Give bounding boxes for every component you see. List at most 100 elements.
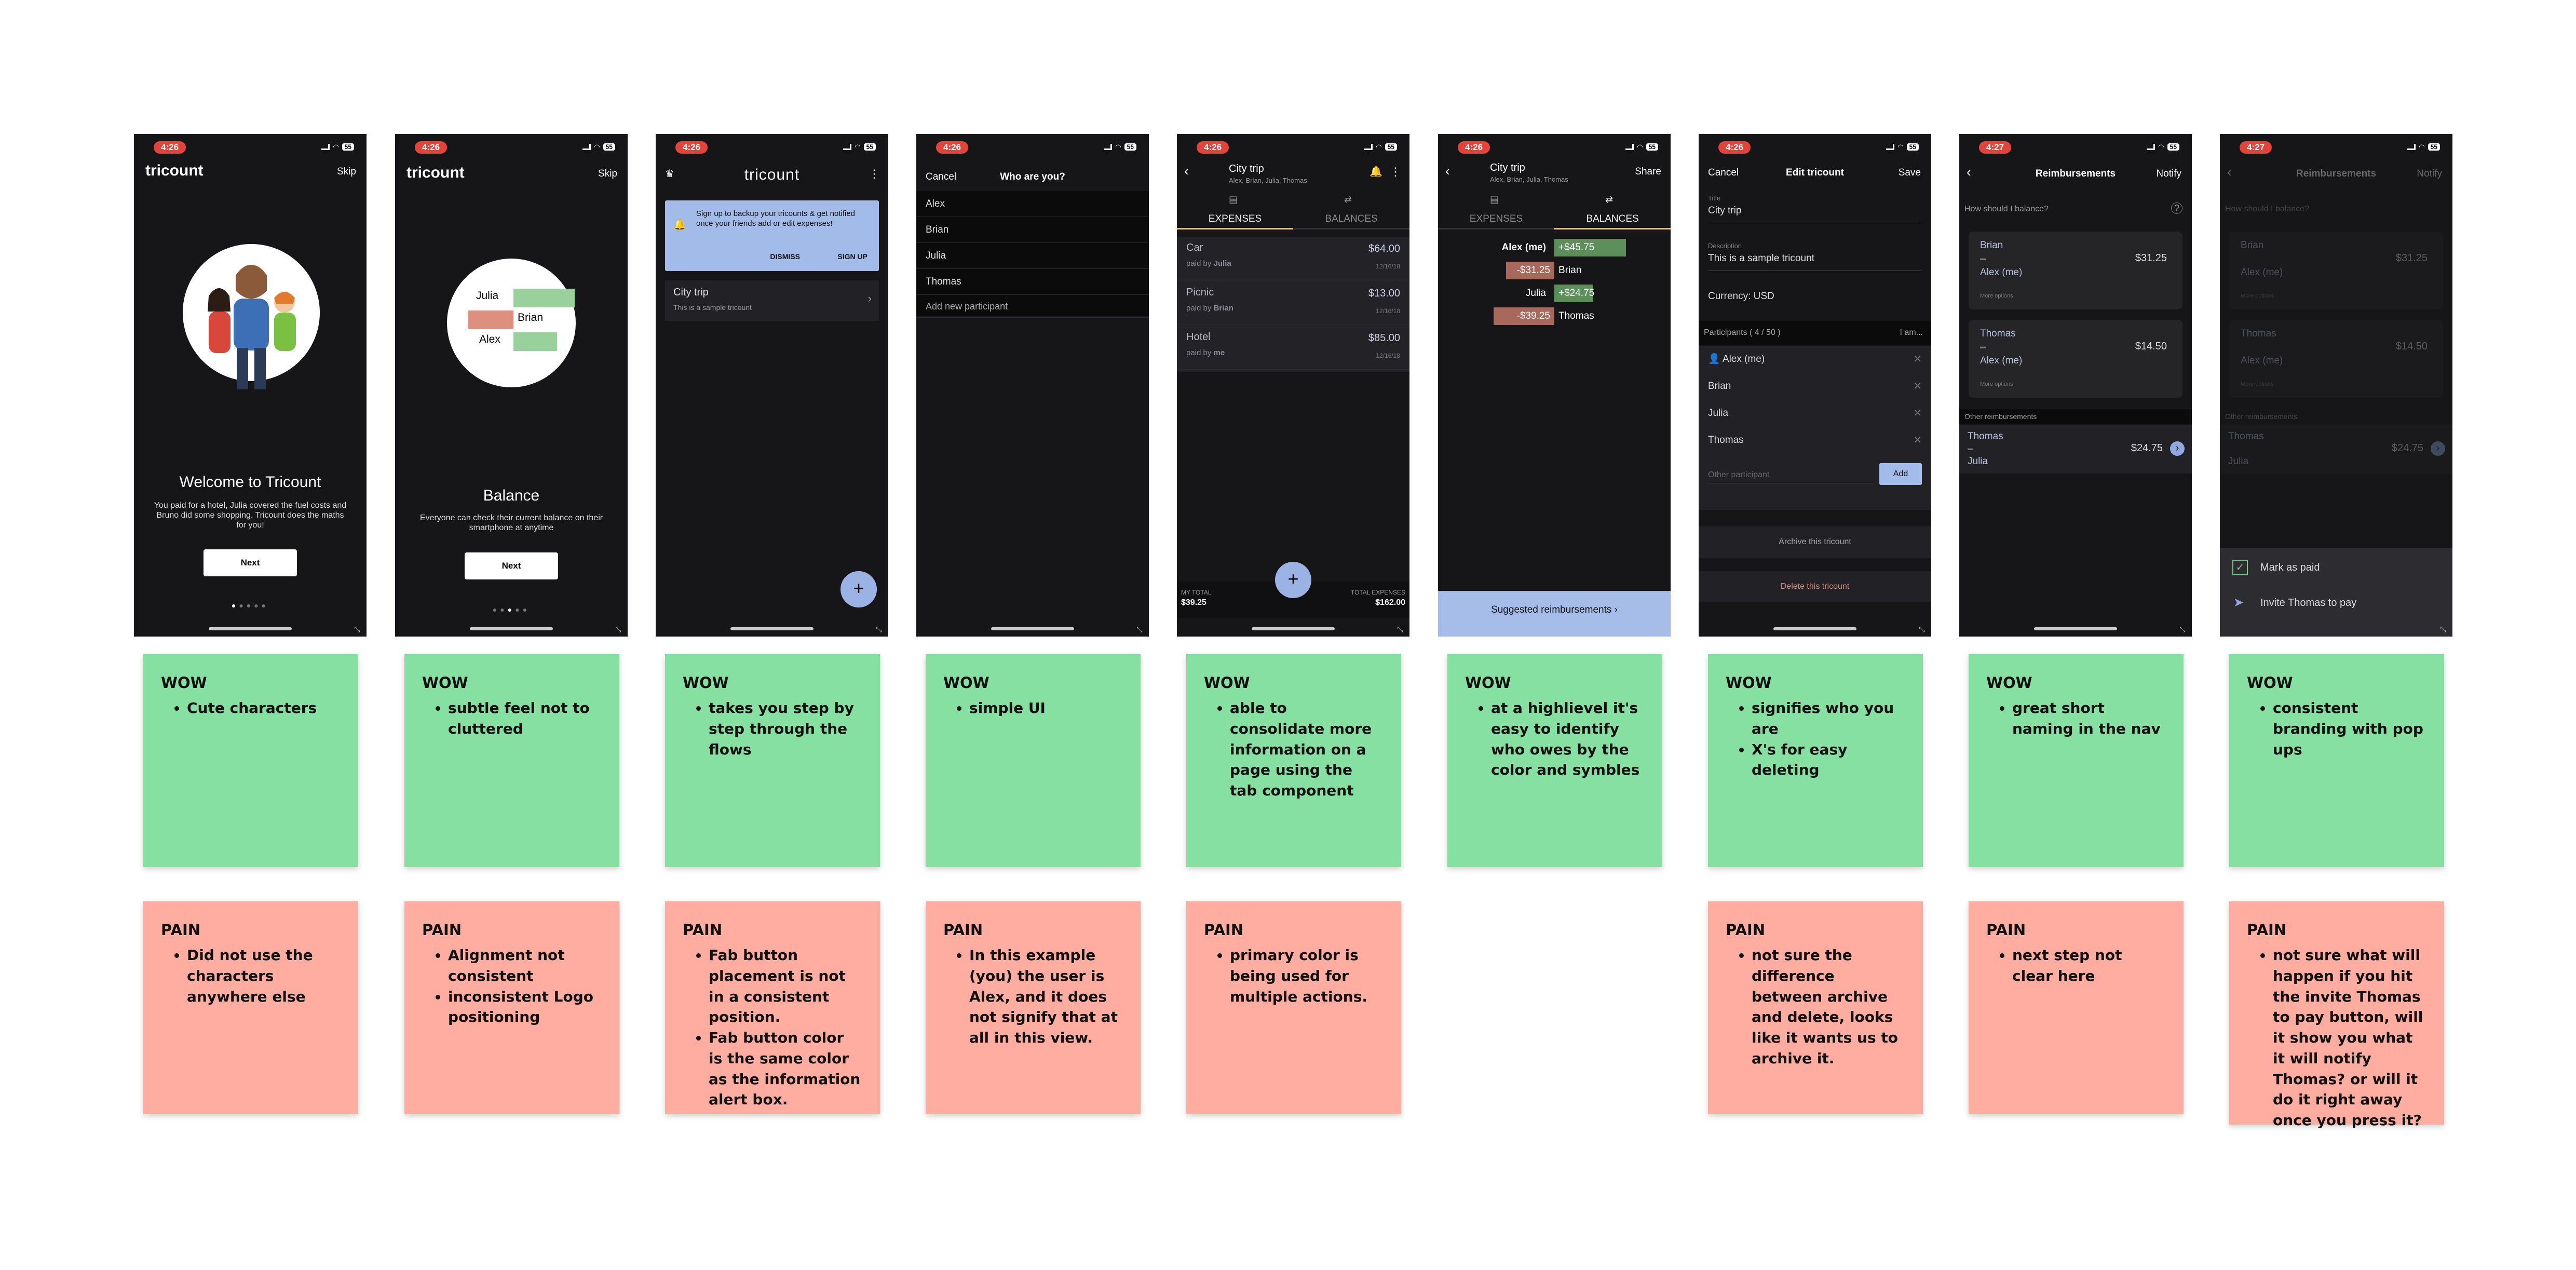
- save-button[interactable]: Save: [1899, 167, 1921, 179]
- home-indicator: [209, 627, 292, 630]
- expense-row-picnic[interactable]: Picnic $13.00 paid by Brian 12/16/18: [1177, 281, 1409, 325]
- participant-row[interactable]: Julia ✕: [1699, 400, 1931, 427]
- archive-button[interactable]: Archive this tricount: [1699, 526, 1931, 558]
- share-button[interactable]: Share: [1635, 166, 1661, 178]
- expand-icon[interactable]: ⤡: [2178, 625, 2187, 633]
- expand-icon[interactable]: ⤡: [1135, 625, 1144, 633]
- tricount-list-item[interactable]: City trip This is a sample tricount ›: [665, 280, 879, 321]
- participant-row[interactable]: Thomas ✕: [1699, 427, 1931, 454]
- list-icon: ▤: [1229, 194, 1238, 205]
- back-icon[interactable]: ‹: [1184, 163, 1189, 179]
- expense-row-car[interactable]: Car $64.00 paid by Julia 12/16/18: [1177, 237, 1409, 280]
- wow-note: WOW able to consolidate more information…: [1186, 654, 1401, 867]
- reimbursement-card[interactable]: Brian ▬ Alex (me) $31.25 More options: [1969, 232, 2182, 309]
- welcome-body: You paid for a hotel, Julia covered the …: [154, 501, 347, 530]
- expand-icon[interactable]: ⤡: [1918, 625, 1926, 633]
- add-participant-button[interactable]: Add: [1879, 463, 1922, 485]
- balance-chart: Alex (me) +$45.75 -$31.25 Brian Julia +$…: [1438, 236, 1671, 340]
- participant-row-thomas[interactable]: Thomas: [916, 269, 1149, 295]
- title-field[interactable]: Title City trip: [1708, 194, 1922, 223]
- description-field[interactable]: Description This is a sample tricount: [1708, 242, 1922, 271]
- pain-title: PAIN: [2247, 921, 2287, 939]
- help-icon[interactable]: ?: [2171, 202, 2182, 214]
- chevron-right-icon[interactable]: ›: [2170, 441, 2185, 456]
- participant-row[interactable]: Brian ✕: [1699, 373, 1931, 400]
- add-fab-button[interactable]: +: [840, 571, 877, 607]
- i-am-button[interactable]: I am...: [1900, 328, 1923, 337]
- expand-icon[interactable]: ⤡: [353, 625, 361, 633]
- participant-row-alex[interactable]: Alex: [916, 191, 1149, 217]
- next-button[interactable]: Next: [204, 549, 297, 576]
- signup-button[interactable]: SIGN UP: [837, 252, 867, 261]
- wow-title: WOW: [422, 674, 468, 692]
- balance-row-brian[interactable]: -$31.25 Brian: [1438, 262, 1671, 282]
- tricount-logo: tricount: [744, 166, 800, 183]
- status-time: 4:26: [1197, 141, 1229, 154]
- tab-balances[interactable]: BALANCES: [1293, 209, 1409, 229]
- title-field-value: City trip: [1708, 205, 1742, 216]
- participant-row-brian[interactable]: Brian: [916, 217, 1149, 243]
- wow-point: Cute characters: [187, 698, 341, 719]
- expand-icon[interactable]: ⤡: [2439, 625, 2447, 633]
- screen-expenses: 4:26 ◠ 55 ‹ City trip Alex, Brian, Julia,…: [1177, 134, 1409, 637]
- add-participant-link[interactable]: Add new participant: [916, 295, 1149, 318]
- more-options-link[interactable]: More options: [1980, 293, 2013, 299]
- tab-expenses[interactable]: EXPENSES: [1438, 209, 1554, 229]
- back-icon[interactable]: ‹: [1445, 163, 1450, 179]
- suggested-reimbursements-bar[interactable]: Suggested reimbursements ›: [1438, 591, 1671, 637]
- delete-button[interactable]: Delete this tricount: [1699, 571, 1931, 602]
- more-vertical-icon[interactable]: ⋮: [869, 167, 880, 181]
- remove-icon[interactable]: ✕: [1913, 373, 1922, 400]
- pain-point: inconsistent Logo positioning: [448, 987, 602, 1028]
- other-reimbursement-row[interactable]: Thomas ▬ Julia $24.75 ›: [1959, 425, 2192, 474]
- balance-name: Thomas: [1558, 310, 1594, 321]
- more-options-link: More options: [2241, 381, 2274, 387]
- signal-icon: [2147, 144, 2155, 150]
- reimbursement-card: Thomas Alex (me) $14.50 More options: [2229, 320, 2443, 398]
- dismiss-button[interactable]: DISMISS: [770, 252, 800, 261]
- expand-icon[interactable]: ⤡: [875, 625, 883, 633]
- participants-count: Participants ( 4 / 50 ): [1704, 328, 1781, 337]
- paid-by-label: paid by: [1186, 304, 1212, 313]
- expand-icon[interactable]: ⤡: [1396, 625, 1404, 633]
- participant-row-julia[interactable]: Julia: [916, 243, 1149, 269]
- expand-icon[interactable]: ⤡: [614, 625, 622, 633]
- reimbursement-card[interactable]: Thomas ▬ Alex (me) $14.50 More options: [1969, 320, 2182, 398]
- mark-as-paid-option[interactable]: Mark as paid: [2260, 562, 2320, 574]
- battery-icon: 55: [1906, 143, 1919, 151]
- skip-button[interactable]: Skip: [598, 168, 617, 180]
- expand-icon[interactable]: ⤡: [1657, 625, 1665, 633]
- wifi-icon: ◠: [1897, 143, 1904, 151]
- other-reimbursements-header: Other reimbursements: [2225, 412, 2298, 421]
- payer-name: Brian: [1213, 304, 1233, 313]
- remove-icon[interactable]: ✕: [1913, 427, 1922, 454]
- currency-field[interactable]: Currency: USD: [1708, 291, 1774, 302]
- add-expense-fab-button[interactable]: +: [1275, 562, 1311, 598]
- remove-icon[interactable]: ✕: [1913, 346, 1922, 373]
- other-participant-input[interactable]: Other participant: [1708, 470, 1874, 483]
- more-options-link[interactable]: More options: [1980, 381, 2013, 387]
- notify-button[interactable]: Notify: [2156, 168, 2181, 180]
- participants-panel: 👤 Alex (me) ✕ Brian ✕ Julia ✕ Thomas ✕ O…: [1699, 346, 1931, 510]
- review-column-3: 4:26 ◠ 55 ♛ tricount ⋮ 🔔 Sign up to backu…: [656, 134, 888, 1114]
- pain-point: not sure what will happen if you hit the…: [2273, 945, 2426, 1131]
- reimbursement-amount: $24.75: [2131, 442, 2163, 454]
- pain-note: PAIN In this example (you) the user is A…: [926, 901, 1141, 1114]
- next-button[interactable]: Next: [465, 552, 558, 579]
- skip-button[interactable]: Skip: [337, 166, 356, 178]
- invite-to-pay-option[interactable]: Invite Thomas to pay: [2260, 597, 2356, 609]
- balance-row-alex[interactable]: Alex (me) +$45.75: [1438, 239, 1671, 260]
- wifi-icon: ◠: [2419, 143, 2425, 151]
- more-vertical-icon[interactable]: ⋮: [1390, 165, 1401, 179]
- balance-row-julia[interactable]: Julia +$24.75: [1438, 285, 1671, 305]
- participant-row[interactable]: 👤 Alex (me) ✕: [1699, 346, 1931, 373]
- remove-icon[interactable]: ✕: [1913, 400, 1922, 427]
- from-name: Brian: [1980, 240, 2003, 251]
- balance-name: Alex (me): [1501, 242, 1546, 253]
- tab-balances[interactable]: BALANCES: [1554, 209, 1671, 229]
- notification-bell-icon[interactable]: 🔔: [1370, 165, 1382, 178]
- expense-row-hotel[interactable]: Hotel $85.00 paid by me 12/16/18: [1177, 326, 1409, 370]
- pain-note: PAIN next step not clear here: [1969, 901, 2184, 1114]
- tab-expenses[interactable]: EXPENSES: [1177, 209, 1293, 229]
- balance-row-thomas[interactable]: -$39.25 Thomas: [1438, 307, 1671, 328]
